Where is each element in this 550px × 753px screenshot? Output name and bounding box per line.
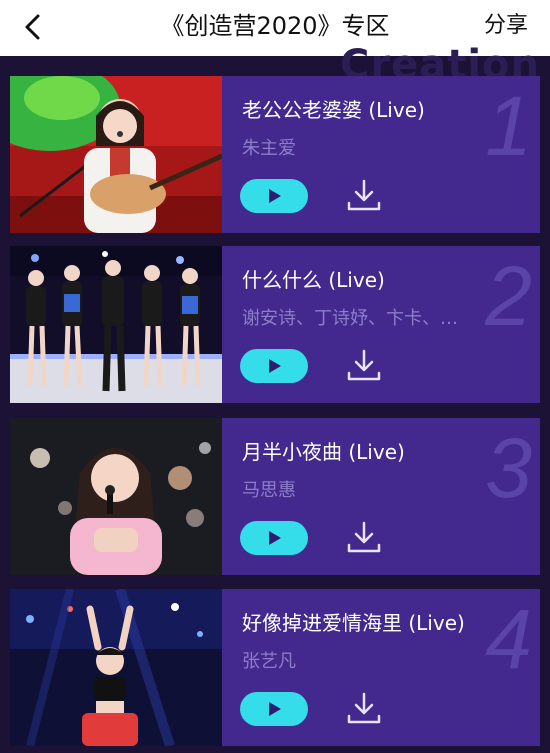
download-button[interactable] (346, 177, 382, 213)
rank-number: 1 (485, 79, 532, 173)
download-icon (347, 521, 381, 553)
song-thumbnail (10, 76, 222, 233)
rank-number: 2 (485, 249, 532, 343)
download-icon (347, 179, 381, 211)
song-thumbnail (10, 418, 222, 575)
artist-name: 马思惠 (242, 480, 296, 501)
download-icon (347, 692, 381, 724)
play-icon (269, 531, 281, 545)
song-title: 什么什么 (Live) (242, 268, 385, 292)
song-list: Creation 1 老公公老婆婆 (Live) 朱主爱 2 什么什么 (Liv… (0, 42, 550, 753)
page-title: 《创造营2020》专区 (160, 12, 390, 40)
play-icon (269, 359, 281, 373)
play-icon (269, 702, 281, 716)
artist-name: 朱主爱 (242, 138, 296, 159)
download-button[interactable] (346, 519, 382, 555)
share-button[interactable]: 分享 (484, 10, 528, 42)
download-icon (347, 349, 381, 381)
play-button[interactable] (240, 179, 308, 213)
artist-name: 张艺凡 (242, 651, 296, 672)
play-button[interactable] (240, 692, 308, 726)
rank-number: 4 (485, 592, 532, 686)
song-card[interactable]: 1 老公公老婆婆 (Live) 朱主爱 (10, 76, 540, 233)
artist-name: 谢安诗、丁诗妤、卞卡、… (242, 308, 458, 329)
play-button[interactable] (240, 521, 308, 555)
song-thumbnail (10, 589, 222, 746)
song-title: 月半小夜曲 (Live) (242, 440, 405, 464)
song-title: 好像掉进爱情海里 (Live) (242, 611, 465, 635)
song-card[interactable]: 2 什么什么 (Live) 谢安诗、丁诗妤、卞卡、… (10, 246, 540, 403)
play-button[interactable] (240, 349, 308, 383)
download-button[interactable] (346, 347, 382, 383)
song-card[interactable]: 4 好像掉进爱情海里 (Live) 张艺凡 (10, 589, 540, 746)
rank-number: 3 (485, 421, 532, 515)
song-card[interactable]: 3 月半小夜曲 (Live) 马思惠 (10, 418, 540, 575)
play-icon (269, 189, 281, 203)
download-button[interactable] (346, 690, 382, 726)
song-thumbnail (10, 246, 222, 403)
song-title: 老公公老婆婆 (Live) (242, 98, 425, 122)
